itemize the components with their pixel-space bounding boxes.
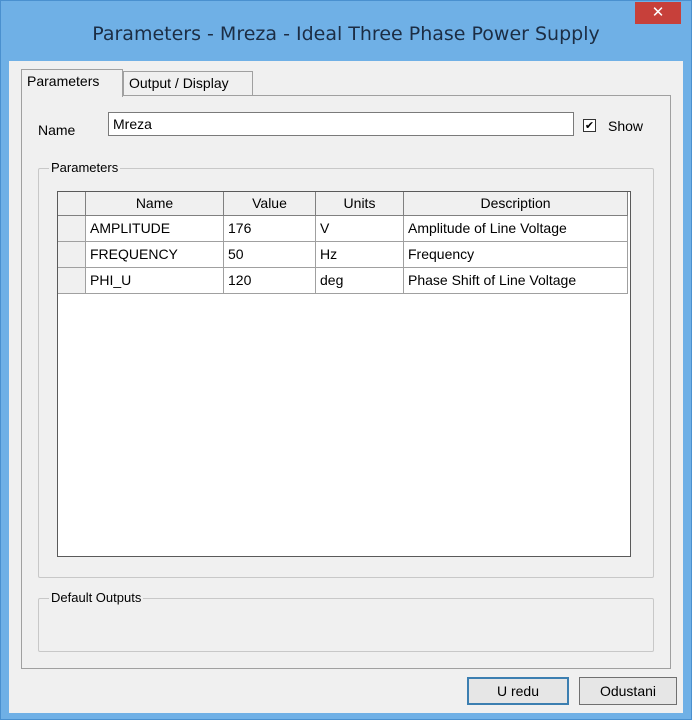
row-selector[interactable] xyxy=(58,268,86,294)
title-bar[interactable]: Parameters - Mreza - Ideal Three Phase P… xyxy=(1,1,691,61)
column-header-description[interactable]: Description xyxy=(404,192,628,216)
default-outputs-legend: Default Outputs xyxy=(49,590,144,605)
show-checkbox[interactable]: ✔ xyxy=(583,119,596,132)
close-icon: ✕ xyxy=(651,3,665,21)
cell-value[interactable]: 176 xyxy=(224,216,316,242)
cell-units[interactable]: Hz xyxy=(316,242,404,268)
name-label: Name xyxy=(38,122,76,138)
parameters-grid[interactable]: Name Value Units Description AMPLITUDE 1… xyxy=(57,191,631,557)
dialog-window: Parameters - Mreza - Ideal Three Phase P… xyxy=(0,0,692,720)
cell-name[interactable]: PHI_U xyxy=(86,268,224,294)
show-label: Show xyxy=(608,118,644,134)
cell-description[interactable]: Frequency xyxy=(404,242,628,268)
cell-value[interactable]: 50 xyxy=(224,242,316,268)
ok-button[interactable]: U redu xyxy=(467,677,569,705)
column-header-name[interactable]: Name xyxy=(86,192,224,216)
window-title: Parameters - Mreza - Ideal Three Phase P… xyxy=(92,23,600,45)
cell-units[interactable]: V xyxy=(316,216,404,242)
cell-description[interactable]: Phase Shift of Line Voltage xyxy=(404,268,628,294)
column-header-value[interactable]: Value xyxy=(224,192,316,216)
cancel-button[interactable]: Odustani xyxy=(579,677,677,705)
tab-parameters-label: Parameters xyxy=(27,73,100,89)
close-button[interactable]: ✕ xyxy=(635,2,681,24)
parameters-group-legend: Parameters xyxy=(49,160,121,175)
grid-corner-cell xyxy=(58,192,86,216)
default-outputs-group: Default Outputs xyxy=(38,590,654,652)
cell-value[interactable]: 120 xyxy=(224,268,316,294)
tab-parameters[interactable]: Parameters xyxy=(21,69,123,97)
row-selector[interactable] xyxy=(58,242,86,268)
column-header-units[interactable]: Units xyxy=(316,192,404,216)
parameters-tab-panel: Name ✔ Show Parameters Name Value Units … xyxy=(21,95,671,669)
cell-name[interactable]: AMPLITUDE xyxy=(86,216,224,242)
checkmark-icon: ✔ xyxy=(584,119,595,132)
tab-output-display-label: Output / Display xyxy=(129,75,229,91)
cell-description[interactable]: Amplitude of Line Voltage xyxy=(404,216,628,242)
parameters-group: Parameters Name Value Units Description … xyxy=(38,160,654,578)
tab-output-display[interactable]: Output / Display xyxy=(123,71,253,95)
row-selector[interactable] xyxy=(58,216,86,242)
dialog-client-area: Parameters Output / Display Name ✔ Show … xyxy=(9,61,683,713)
cell-name[interactable]: FREQUENCY xyxy=(86,242,224,268)
name-input[interactable] xyxy=(108,112,574,136)
cell-units[interactable]: deg xyxy=(316,268,404,294)
